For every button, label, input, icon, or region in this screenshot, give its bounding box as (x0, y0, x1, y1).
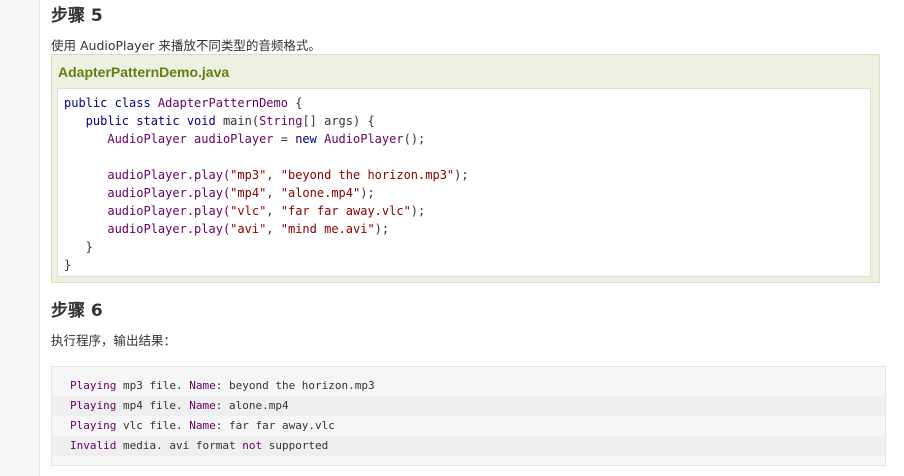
output-line: Playing mp3 file. Name: beyond the horiz… (52, 376, 885, 396)
code-token: new (295, 132, 325, 146)
output-token: Playing (70, 419, 117, 432)
code-token: } (64, 240, 93, 254)
code-token: , (266, 168, 281, 182)
code-line: audioPlayer.play("vlc", "far far away.vl… (64, 202, 469, 220)
code-token: ); (410, 204, 426, 218)
code-token: } (64, 258, 72, 272)
output-line-text: Invalid media. avi format not supported (70, 436, 328, 456)
code-line: audioPlayer.play("avi", "mind me.avi"); (64, 220, 469, 238)
code-line: public static void main(String[] args) { (64, 112, 469, 130)
code-token: "mp4" (230, 186, 267, 200)
output-token: : beyond the horizon.mp3 (215, 379, 375, 392)
code-token: , (266, 186, 281, 200)
code-token: { (287, 96, 303, 110)
code-line: public class AdapterPatternDemo { (64, 94, 469, 112)
code-line: audioPlayer.play("mp3", "beyond the hori… (64, 166, 469, 184)
code-token: , (266, 204, 281, 218)
output-line-text: Playing vlc file. Name: far far away.vlc (70, 416, 335, 436)
output-token: Name (189, 379, 216, 392)
output-token: Playing (70, 399, 117, 412)
article-content: 步骤 5 使用 AudioPlayer 来播放不同类型的音频格式。 Adapte… (39, 0, 904, 476)
code-token: "vlc" (230, 204, 267, 218)
code-token: "avi" (230, 222, 267, 236)
step-6-description: 执行程序，输出结果： (51, 333, 177, 348)
code-line: audioPlayer.play("mp4", "alone.mp4"); (64, 184, 469, 202)
code-token: (); (403, 132, 426, 146)
output-line: Invalid media. avi format not supported (52, 436, 885, 456)
output-token: : alone.mp4 (215, 399, 289, 412)
code-token: "mp3" (230, 168, 267, 182)
code-token: ); (374, 222, 390, 236)
output-token: vlc file. (116, 419, 190, 432)
code-token: audioPlayer.play( (64, 186, 231, 200)
code-line: AudioPlayer audioPlayer = new AudioPlaye… (64, 130, 469, 148)
code-block[interactable]: public class AdapterPatternDemo { public… (57, 88, 871, 277)
step-6-heading: 步骤 6 (51, 301, 103, 321)
output-token: mp4 file. (116, 399, 190, 412)
code-line: } (64, 238, 469, 256)
code-token: public static void (64, 114, 223, 128)
code-token: AdapterPatternDemo (157, 96, 288, 110)
output-token: Name (189, 419, 216, 432)
code-token: String (259, 114, 303, 128)
output-line-text: Playing mp4 file. Name: alone.mp4 (70, 396, 289, 416)
output-line-text: Playing mp3 file. Name: beyond the horiz… (70, 376, 375, 396)
code-token: "mind me.avi" (280, 222, 375, 236)
code-token: AudioPlayer audioPlayer (64, 132, 281, 146)
code-token: audioPlayer.play( (64, 168, 231, 182)
java-source-code: public class AdapterPatternDemo { public… (64, 94, 469, 274)
code-token: audioPlayer.play( (64, 204, 231, 218)
code-token: public class (64, 96, 158, 110)
code-token: [] args) { (302, 114, 375, 128)
code-token: AudioPlayer (324, 132, 404, 146)
output-token: media. avi format (116, 439, 243, 452)
code-token: "alone.mp4" (280, 186, 361, 200)
output-token: Name (189, 399, 216, 412)
code-token: , (266, 222, 281, 236)
code-token: main( (222, 114, 260, 128)
output-token: not (242, 439, 263, 452)
code-token: "far far away.vlc" (280, 204, 411, 218)
output-line: Playing vlc file. Name: far far away.vlc (52, 416, 885, 436)
step-5-heading: 步骤 5 (51, 6, 103, 26)
output-token: mp3 file. (116, 379, 190, 392)
step-5-description: 使用 AudioPlayer 来播放不同类型的音频格式。 (51, 38, 321, 53)
code-token: ); (454, 168, 469, 182)
code-token: = (280, 132, 296, 146)
code-token: audioPlayer.play( (64, 222, 231, 236)
code-token: "beyond the horizon.mp3" (280, 168, 455, 182)
code-example: AdapterPatternDemo.java public class Ada… (51, 54, 880, 283)
program-output[interactable]: Playing mp3 file. Name: beyond the horiz… (51, 366, 886, 466)
output-token: : far far away.vlc (215, 419, 335, 432)
output-line: Playing mp4 file. Name: alone.mp4 (52, 396, 885, 416)
code-token: ); (360, 186, 375, 200)
output-token: Playing (70, 379, 117, 392)
code-example-filename: AdapterPatternDemo.java (58, 64, 230, 80)
output-token: Invalid (70, 439, 117, 452)
code-line: } (64, 256, 469, 274)
output-token: supported (262, 439, 329, 452)
